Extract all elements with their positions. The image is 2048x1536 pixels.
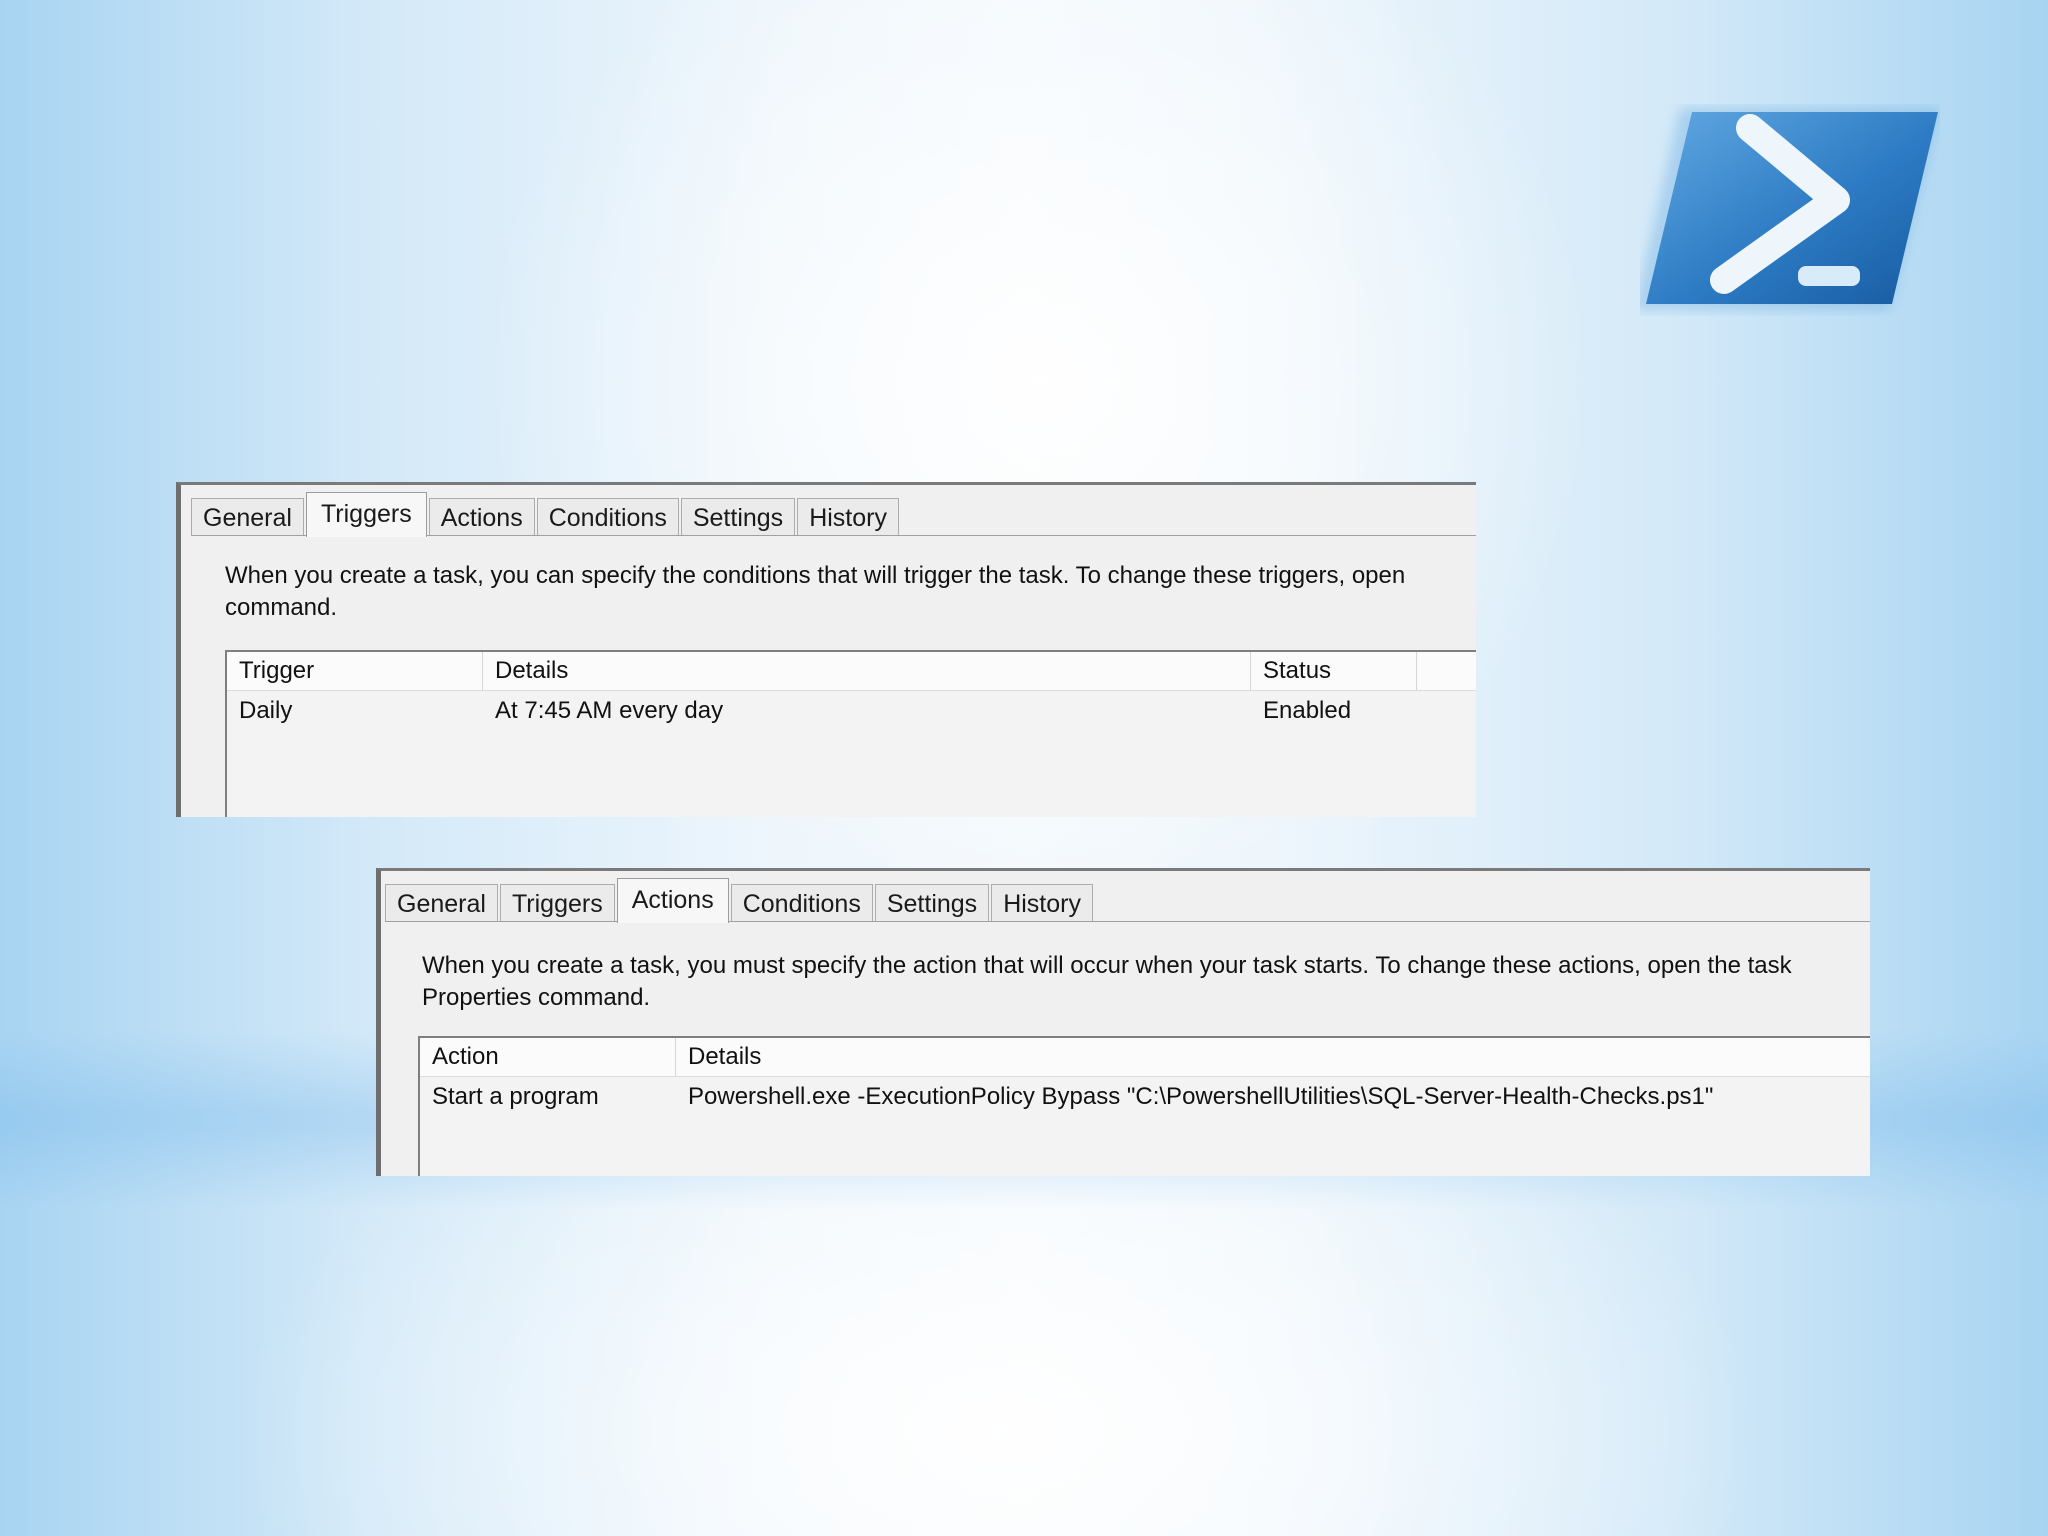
tab-conditions[interactable]: Conditions — [730, 884, 873, 922]
cell-trigger: Daily — [239, 697, 293, 724]
tab-strip: General Triggers Actions Conditions Sett… — [191, 492, 901, 537]
task-properties-triggers-panel: General Triggers Actions Conditions Sett… — [176, 482, 1476, 817]
tab-actions[interactable]: Actions — [616, 878, 729, 923]
column-header-details[interactable]: Details — [483, 652, 1251, 690]
cell-action: Start a program — [432, 1083, 599, 1110]
tab-general[interactable]: General — [191, 498, 304, 536]
powershell-logo-icon — [1634, 104, 1940, 316]
tab-general[interactable]: General — [385, 884, 498, 922]
actions-description-line2: Properties command. — [422, 984, 651, 1011]
tab-history[interactable]: History — [797, 498, 899, 536]
actions-description-line1: When you create a task, you must specify… — [422, 952, 1792, 979]
tab-settings[interactable]: Settings — [680, 498, 796, 536]
column-header-details[interactable]: Details — [676, 1038, 1870, 1076]
cell-status: Enabled — [1263, 697, 1352, 724]
actions-list-header: Action Details — [420, 1038, 1870, 1077]
triggers-description-line1: When you create a task, you can specify … — [225, 562, 1406, 589]
task-properties-actions-panel: General Triggers Actions Conditions Sett… — [376, 868, 1870, 1176]
column-header-status[interactable]: Status — [1251, 652, 1417, 690]
tab-strip: General Triggers Actions Conditions Sett… — [385, 878, 1095, 923]
tab-actions[interactable]: Actions — [428, 498, 535, 536]
tab-history[interactable]: History — [991, 884, 1093, 922]
tab-triggers[interactable]: Triggers — [499, 884, 615, 922]
triggers-list-header: Trigger Details Status — [227, 652, 1476, 691]
triggers-description-line2: command. — [225, 594, 338, 621]
tab-triggers[interactable]: Triggers — [305, 492, 427, 537]
actions-list[interactable]: Action Details Start a program Powershel… — [418, 1036, 1870, 1176]
tab-conditions[interactable]: Conditions — [536, 498, 679, 536]
cell-details: Powershell.exe -ExecutionPolicy Bypass "… — [688, 1083, 1714, 1110]
tab-settings[interactable]: Settings — [874, 884, 990, 922]
column-header-action[interactable]: Action — [420, 1038, 676, 1076]
triggers-list[interactable]: Trigger Details Status Daily At 7:45 AM … — [225, 650, 1476, 817]
cell-details: At 7:45 AM every day — [495, 697, 724, 724]
column-header-trigger[interactable]: Trigger — [227, 652, 483, 690]
tab-divider — [385, 921, 1870, 922]
